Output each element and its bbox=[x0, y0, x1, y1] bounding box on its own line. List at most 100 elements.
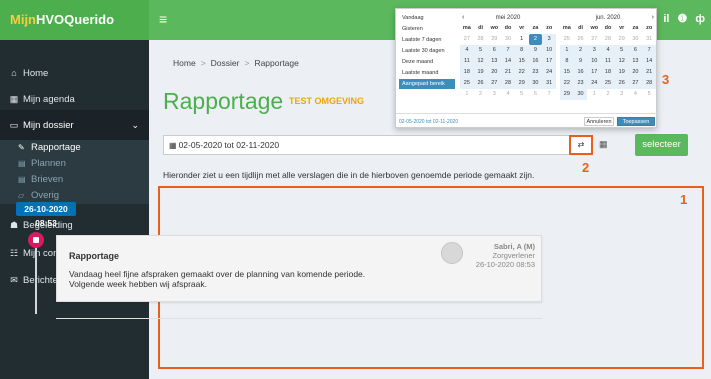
info-icon[interactable]: ❶ bbox=[678, 13, 688, 25]
calendar-day[interactable]: 30 bbox=[629, 34, 643, 45]
calendar-day[interactable]: 30 bbox=[573, 89, 588, 100]
calendar-day[interactable]: 31 bbox=[542, 78, 556, 89]
calendar-day[interactable]: 25 bbox=[460, 78, 474, 89]
calendar-day[interactable]: 6 bbox=[529, 89, 543, 100]
calendar-day[interactable]: 8 bbox=[514, 45, 529, 56]
calendar-day[interactable]: 29 bbox=[514, 78, 529, 89]
calendar-day[interactable]: 26 bbox=[574, 34, 588, 45]
calendar-day[interactable]: 28 bbox=[601, 34, 615, 45]
date-range-toggle-button[interactable]: ⇄ bbox=[569, 135, 593, 155]
brand-logo[interactable]: MijnHVOQuerido bbox=[0, 0, 149, 40]
calendar-day[interactable]: 5 bbox=[473, 45, 488, 56]
calendar-day[interactable]: 12 bbox=[614, 56, 629, 67]
breadcrumb-dossier[interactable]: Dossier bbox=[211, 58, 240, 68]
calendar-day[interactable]: 12 bbox=[473, 56, 488, 67]
calendar-day[interactable]: 29 bbox=[560, 89, 574, 100]
sidebar-item-begeleiding[interactable]: ☗Begeleiding bbox=[0, 216, 149, 234]
calendar-day[interactable]: 1 bbox=[560, 45, 574, 56]
calendar-day[interactable]: 4 bbox=[629, 89, 643, 100]
user-menu[interactable]: il bbox=[663, 13, 669, 25]
calendar-day[interactable]: 23 bbox=[528, 67, 543, 78]
calendar-day[interactable]: 4 bbox=[501, 89, 515, 100]
calendar-day[interactable]: 1 bbox=[515, 34, 529, 45]
calendar-day[interactable]: 18 bbox=[601, 67, 615, 78]
select-button[interactable]: selecteer bbox=[635, 134, 688, 156]
calendar-day[interactable]: 26 bbox=[473, 78, 488, 89]
calendar-day[interactable]: 19 bbox=[473, 67, 488, 78]
calendar-day[interactable]: 29 bbox=[487, 34, 501, 45]
calendar-day[interactable]: 4 bbox=[460, 45, 474, 56]
next-month-icon[interactable]: › bbox=[652, 13, 654, 23]
calendar-day[interactable]: 2 bbox=[474, 89, 488, 100]
calendar-day[interactable]: 18 bbox=[460, 67, 474, 78]
calendar-day[interactable]: 30 bbox=[528, 78, 543, 89]
calendar-day[interactable]: 28 bbox=[501, 78, 515, 89]
apply-button[interactable]: Toepassen bbox=[617, 117, 655, 126]
calendar-day[interactable]: 20 bbox=[487, 67, 502, 78]
calendar-day[interactable]: 10 bbox=[587, 56, 602, 67]
calendar-day[interactable]: 6 bbox=[487, 45, 502, 56]
calendar-day[interactable]: 11 bbox=[601, 56, 615, 67]
calendar-day[interactable]: 3 bbox=[615, 89, 629, 100]
calendar-day[interactable]: 25 bbox=[560, 34, 574, 45]
calendar-day[interactable]: 21 bbox=[642, 67, 656, 78]
range-this-month[interactable]: Deze maand bbox=[399, 57, 455, 67]
calendar-day[interactable]: 23 bbox=[573, 78, 588, 89]
calendar-day[interactable]: 17 bbox=[542, 56, 556, 67]
calendar-day[interactable]: 16 bbox=[528, 56, 543, 67]
calendar-day[interactable]: 6 bbox=[628, 45, 643, 56]
calendar-day[interactable]: 2 bbox=[601, 89, 615, 100]
calendar-day[interactable]: 1 bbox=[587, 89, 601, 100]
calendar-day[interactable]: 9 bbox=[528, 45, 543, 56]
calendar-day[interactable]: 14 bbox=[501, 56, 515, 67]
breadcrumb-home[interactable]: Home bbox=[173, 58, 196, 68]
calendar-day[interactable]: 30 bbox=[501, 34, 515, 45]
calendar-day[interactable]: 20 bbox=[628, 67, 643, 78]
calendar-day[interactable]: 4 bbox=[601, 45, 615, 56]
calendar-day[interactable]: 2 bbox=[573, 45, 588, 56]
range-custom[interactable]: Aangepast bereik bbox=[399, 79, 455, 89]
calendar-day[interactable]: 3 bbox=[542, 34, 556, 45]
calendar-day[interactable]: 3 bbox=[587, 45, 602, 56]
calendar-day[interactable]: 1 bbox=[460, 89, 474, 100]
accessibility-icon[interactable]: ф bbox=[695, 13, 705, 25]
calendar-day[interactable]: 27 bbox=[628, 78, 643, 89]
calendar-day[interactable]: 24 bbox=[542, 67, 556, 78]
hamburger-icon[interactable]: ≡ bbox=[159, 11, 167, 27]
range-yesterday[interactable]: Gisteren bbox=[399, 24, 455, 34]
calendar-day[interactable]: 7 bbox=[542, 89, 556, 100]
calendar-day[interactable]: 26 bbox=[614, 78, 629, 89]
calendar-day[interactable]: 21 bbox=[501, 67, 515, 78]
timeline-entry[interactable]: Rapportage Vandaag heel fijne afspraken … bbox=[56, 235, 542, 302]
range-last-month[interactable]: Laatste maand bbox=[399, 68, 455, 78]
sidebar-item-dossier[interactable]: ▭ Mijn dossier ⌄ bbox=[0, 110, 149, 140]
range-today[interactable]: Vandaag bbox=[399, 13, 455, 23]
calendar-day[interactable]: 15 bbox=[514, 56, 529, 67]
sidebar-subitem-plannen[interactable]: ▤ Plannen bbox=[0, 156, 149, 172]
calendar-day[interactable]: 29 bbox=[615, 34, 629, 45]
prev-month-icon[interactable]: ‹ bbox=[462, 13, 464, 23]
calendar-day[interactable]: 7 bbox=[642, 45, 656, 56]
calendar-day[interactable]: 27 bbox=[487, 78, 502, 89]
calendar-day[interactable]: 15 bbox=[560, 67, 574, 78]
calendar-day[interactable]: 13 bbox=[628, 56, 643, 67]
calendar-day[interactable]: 22 bbox=[560, 78, 574, 89]
calendar-day[interactable]: 22 bbox=[514, 67, 529, 78]
range-last-30-days[interactable]: Laatste 30 dagen bbox=[399, 46, 455, 56]
calendar-day[interactable]: 31 bbox=[642, 34, 656, 45]
calendar-day[interactable]: 14 bbox=[642, 56, 656, 67]
calendar-day[interactable]: 7 bbox=[501, 45, 515, 56]
calendar-day[interactable]: 5 bbox=[515, 89, 529, 100]
range-last-7-days[interactable]: Laatste 7 dagen bbox=[399, 35, 455, 45]
sidebar-subitem-brieven[interactable]: ▤ Brieven bbox=[0, 172, 149, 188]
date-range-input[interactable]: ▦ 02-05-2020 tot 02-11-2020 bbox=[163, 135, 593, 155]
calendar-day[interactable]: 11 bbox=[460, 56, 474, 67]
cancel-button[interactable]: Annuleren bbox=[584, 117, 614, 126]
calendar-day[interactable]: 16 bbox=[573, 67, 588, 78]
calendar-day[interactable]: 9 bbox=[573, 56, 588, 67]
calendar-day[interactable]: 2 bbox=[528, 34, 543, 45]
calendar-day[interactable]: 25 bbox=[601, 78, 615, 89]
sidebar-item-agenda[interactable]: ▦ Mijn agenda bbox=[0, 90, 149, 108]
calendar-day[interactable]: 5 bbox=[614, 45, 629, 56]
calendar-day[interactable]: 17 bbox=[587, 67, 602, 78]
